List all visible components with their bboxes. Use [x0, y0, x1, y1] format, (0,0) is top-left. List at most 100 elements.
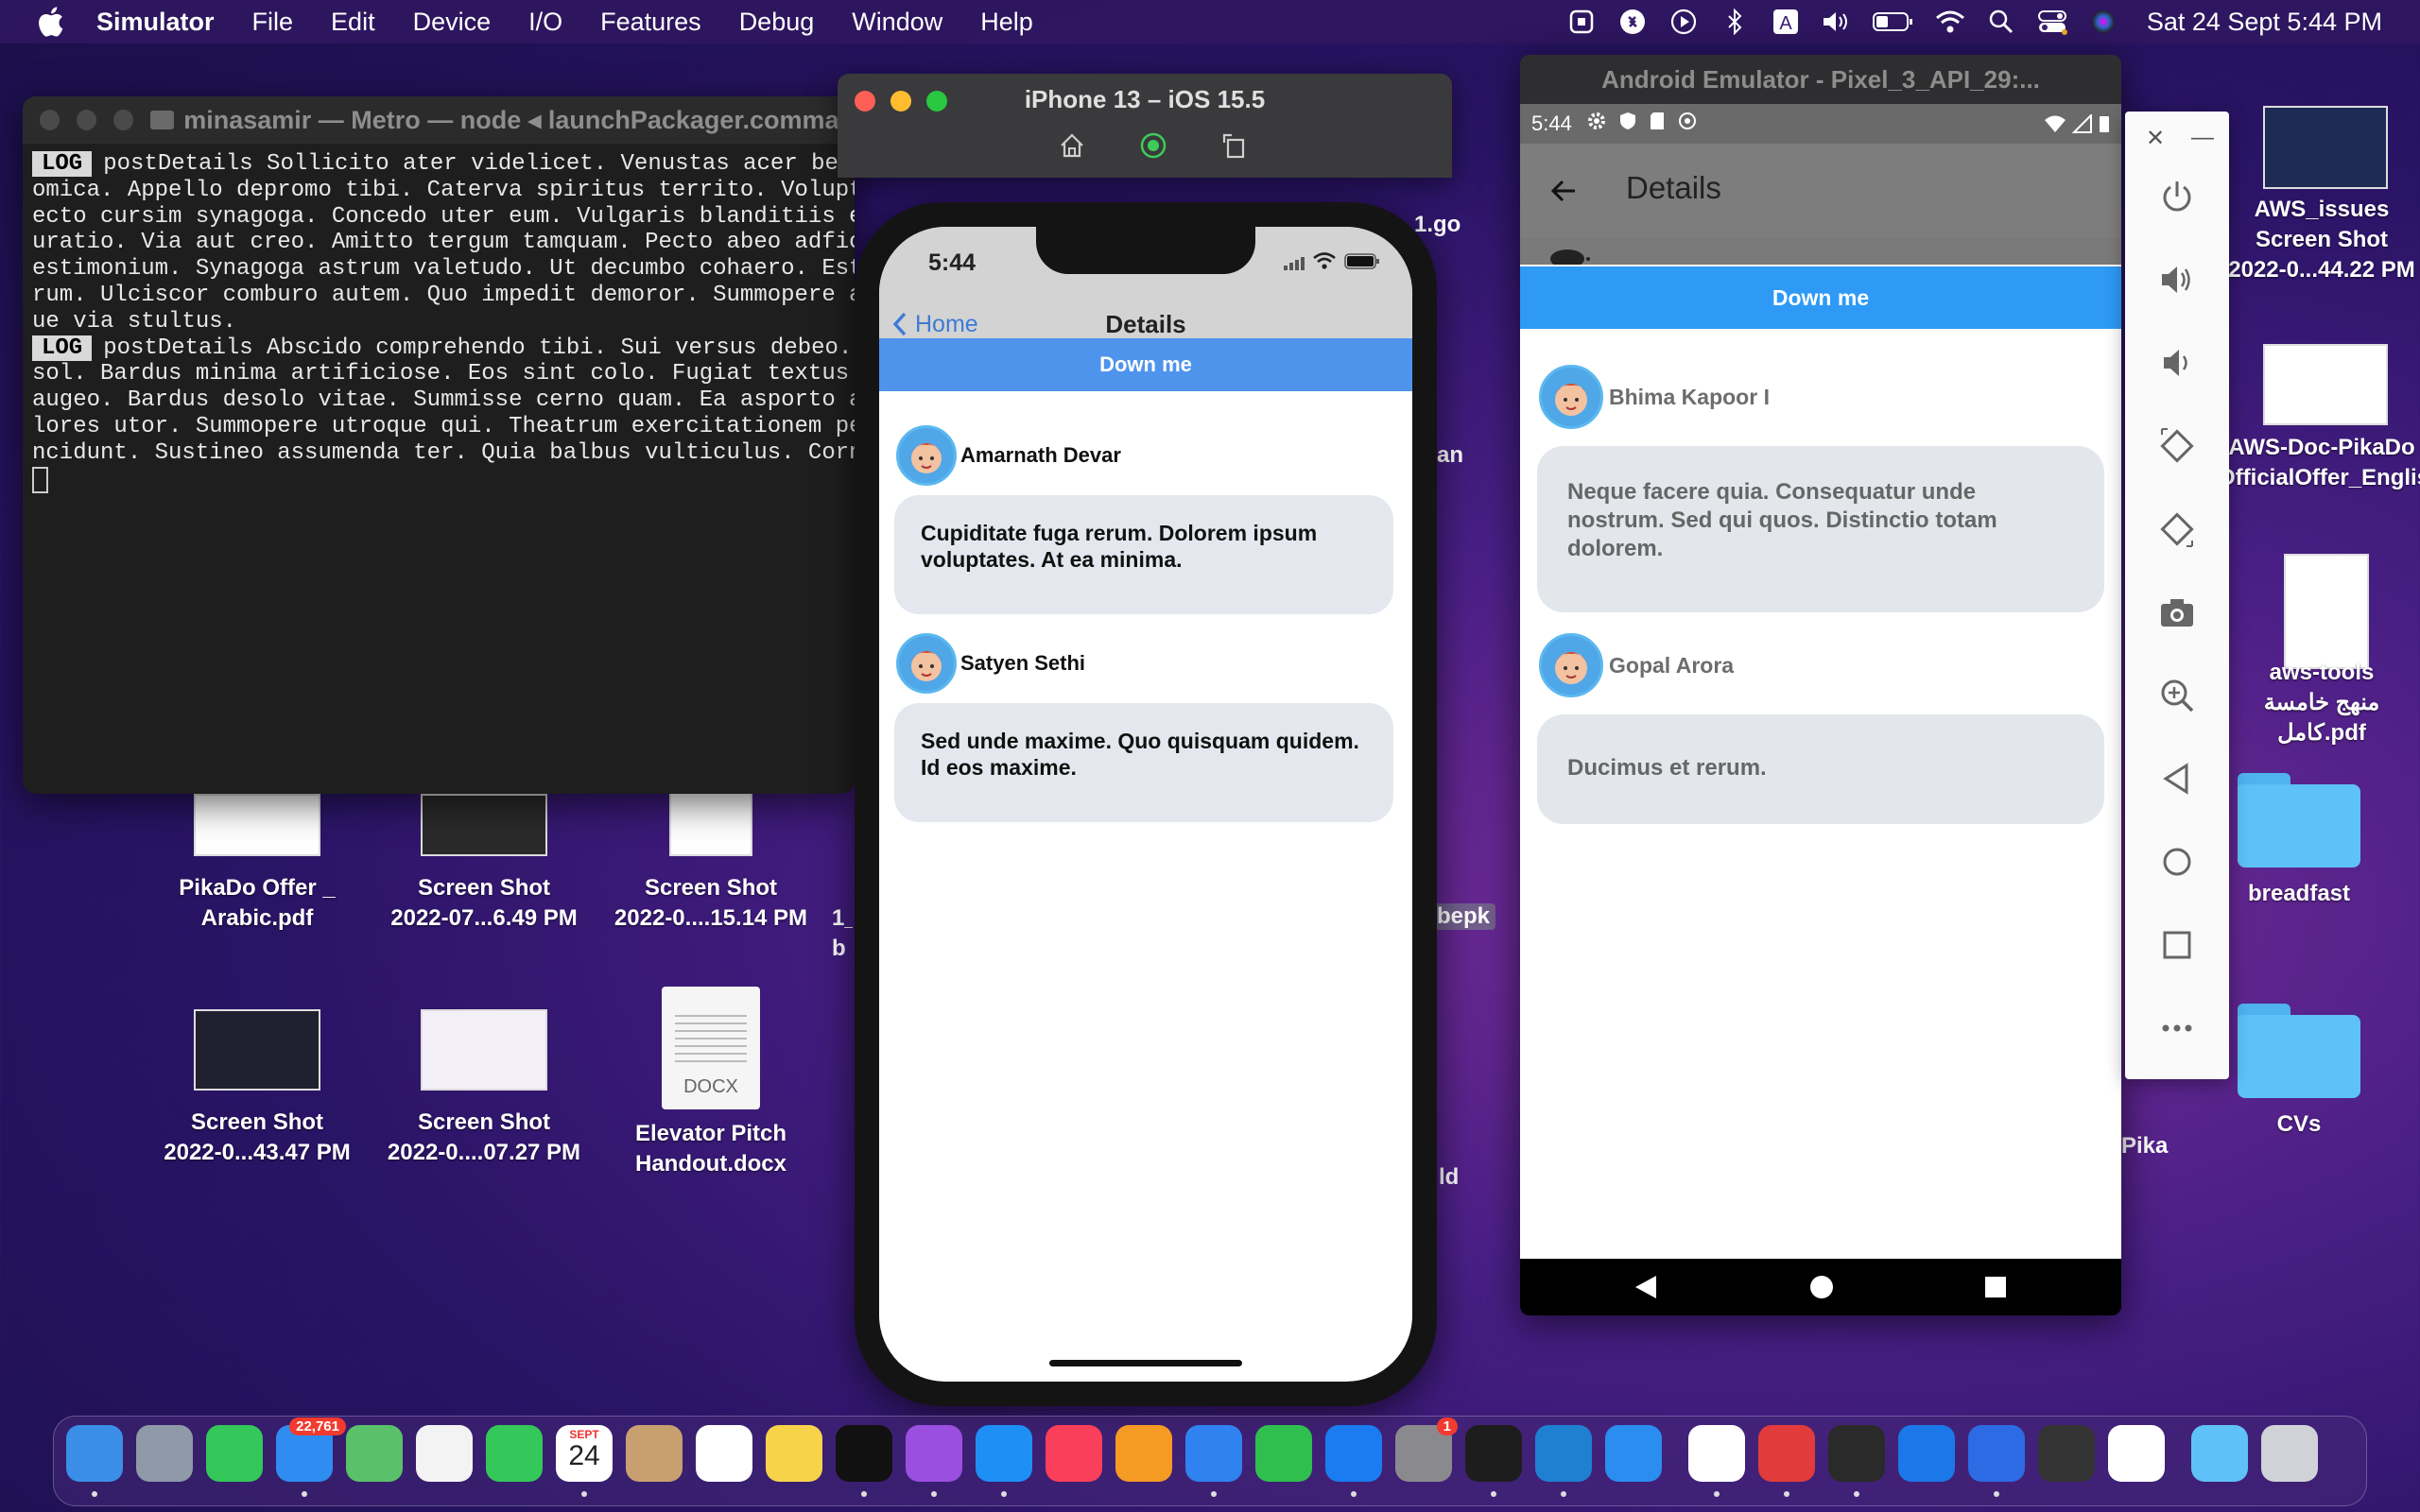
- apple-menu-icon[interactable]: [36, 6, 64, 38]
- contacts-app-icon[interactable]: [626, 1425, 683, 1482]
- simulator-app-icon[interactable]: [2038, 1425, 2095, 1482]
- desktop-file-pikado-arabic[interactable]: PikaDo Offer _ Arabic.pdf: [144, 794, 371, 934]
- messages-app-icon[interactable]: [206, 1425, 263, 1482]
- desktop-file-screenshot[interactable]: Screen Shot 2022-0....07.27 PM: [371, 1009, 597, 1168]
- safari-app-icon[interactable]: [1605, 1425, 1662, 1482]
- pdf-reader-app-icon[interactable]: [1758, 1425, 1815, 1482]
- desktop-file-screenshot[interactable]: Screen Shot 2022-0....15.14 PM: [597, 765, 824, 934]
- home-icon[interactable]: [1055, 129, 1089, 163]
- bluetooth-icon[interactable]: [1720, 8, 1750, 36]
- finder-app-icon[interactable]: [66, 1425, 123, 1482]
- desktop-file-fragment[interactable]: an: [1437, 442, 1463, 469]
- terminal-app-icon[interactable]: [1828, 1425, 1885, 1482]
- simulator-xcode-app-icon[interactable]: [1968, 1425, 2025, 1482]
- back-arrow-icon[interactable]: [1548, 176, 1579, 211]
- music-app-icon[interactable]: [1046, 1425, 1102, 1482]
- nav-back-icon[interactable]: [1632, 1272, 1660, 1307]
- facetime-app-icon[interactable]: [486, 1425, 543, 1482]
- photos-app-icon[interactable]: [416, 1425, 473, 1482]
- menu-clock[interactable]: Sat 24 Sept 5:44 PM: [2147, 8, 2382, 37]
- more-options-icon[interactable]: [2158, 1009, 2196, 1047]
- podcasts-app-icon[interactable]: [906, 1425, 962, 1482]
- menu-features[interactable]: Features: [600, 8, 701, 37]
- xcode-instruments-app-icon[interactable]: [1325, 1425, 1382, 1482]
- android-emulator-window[interactable]: Android Emulator - Pixel_3_API_29:... 5:…: [1520, 55, 2121, 1315]
- desktop-file-aws-tools[interactable]: aws-tools منهج خامسة كامل.pdf: [2218, 554, 2420, 748]
- android-screen[interactable]: 5:44 Details Down me Bhima Kapoor I Nequ…: [1520, 104, 2121, 1259]
- overview-square-icon[interactable]: [2158, 926, 2196, 964]
- power-icon[interactable]: [2158, 178, 2196, 215]
- menu-window[interactable]: Window: [852, 8, 942, 37]
- search-icon[interactable]: [1986, 8, 2016, 36]
- menu-app-name[interactable]: Simulator: [96, 8, 215, 37]
- mail-app-icon[interactable]: 22,761: [276, 1418, 346, 1482]
- nav-home-icon[interactable]: [1807, 1272, 1836, 1307]
- calendar-app-icon[interactable]: SEPT 24: [556, 1425, 613, 1482]
- down-me-button[interactable]: Down me: [879, 338, 1412, 391]
- desktop-file-fragment[interactable]: Pika: [2121, 1133, 2168, 1160]
- trash-app-icon[interactable]: [2261, 1425, 2318, 1482]
- notes-app-icon[interactable]: [766, 1425, 822, 1482]
- chrome-app-icon[interactable]: [1688, 1425, 1745, 1482]
- xcode-app-icon[interactable]: [1898, 1425, 1955, 1482]
- launchpad-app-icon[interactable]: [136, 1425, 193, 1482]
- android-studio-app-icon[interactable]: [2108, 1425, 2165, 1482]
- shazam-icon[interactable]: [1617, 8, 1648, 36]
- app-store-app-icon[interactable]: [976, 1425, 1032, 1482]
- down-me-button[interactable]: Down me: [1520, 266, 2121, 329]
- volume-icon[interactable]: [1822, 8, 1852, 36]
- volume-down-icon[interactable]: [2158, 344, 2196, 382]
- numbers-app-icon[interactable]: [1255, 1425, 1312, 1482]
- zoom-button[interactable]: [113, 110, 134, 130]
- nav-recents-icon[interactable]: [1981, 1272, 2010, 1307]
- control-center-icon[interactable]: [2037, 8, 2067, 36]
- menu-debug[interactable]: Debug: [739, 8, 815, 37]
- desktop-file-aws-doc[interactable]: AWS-Doc-PikaDo OfficialOffer_English.pdf: [2218, 344, 2420, 493]
- downloads-folder-app-icon[interactable]: [2191, 1425, 2248, 1482]
- desktop-file-elevator-pitch[interactable]: DOCX Elevator Pitch Handout.docx: [597, 987, 824, 1179]
- desktop-file-fragment[interactable]: 1.go: [1414, 212, 1461, 238]
- close-icon[interactable]: ✕: [2146, 125, 2165, 152]
- desktop-file-fragment[interactable]: ld: [1439, 1164, 1459, 1191]
- terminal-titlebar[interactable]: minasamir — Metro — node ◂ launchPackage…: [23, 96, 855, 144]
- terminal-output[interactable]: LOG postDetails Sollicito ater videlicet.…: [23, 144, 855, 502]
- screenshot-icon[interactable]: [1136, 129, 1170, 163]
- desktop-file-screenshot[interactable]: Screen Shot 2022-07...6.49 PM: [371, 794, 597, 934]
- camera-icon[interactable]: [2158, 593, 2196, 631]
- terminal-dark-app-icon[interactable]: [1465, 1425, 1522, 1482]
- close-button[interactable]: [40, 110, 60, 130]
- volume-up-icon[interactable]: [2158, 261, 2196, 299]
- simulator-window-toolbar[interactable]: iPhone 13 – iOS 15.5: [838, 74, 1452, 178]
- android-emulator-title[interactable]: Android Emulator - Pixel_3_API_29:...: [1520, 55, 2121, 104]
- iphone-screen[interactable]: 5:44 Home Details Down me Amarnath Devar…: [879, 227, 1412, 1382]
- keynote-app-icon[interactable]: [1185, 1425, 1242, 1482]
- wifi-icon[interactable]: [1935, 8, 1965, 36]
- desktop-file-fragment[interactable]: bepk: [1431, 903, 1496, 930]
- terminal-window[interactable]: minasamir — Metro — node ◂ launchPackage…: [23, 96, 855, 794]
- desktop-file-aws-issues[interactable]: AWS_issues Screen Shot 2022-0...44.22 PM: [2218, 106, 2420, 285]
- minimize-icon[interactable]: —: [2191, 125, 2214, 151]
- siri-icon[interactable]: [2088, 8, 2118, 36]
- rotate-right-icon[interactable]: [2158, 510, 2196, 548]
- system-preferences-app-icon[interactable]: 1: [1395, 1418, 1458, 1482]
- home-circle-icon[interactable]: [2158, 843, 2196, 881]
- battery-icon[interactable]: [1872, 8, 1914, 36]
- maps-app-icon[interactable]: [346, 1425, 403, 1482]
- vscode-app-icon[interactable]: [1535, 1425, 1592, 1482]
- menu-io[interactable]: I/O: [528, 8, 562, 37]
- screen-record-icon[interactable]: [1566, 8, 1597, 36]
- pages-app-icon[interactable]: [1115, 1425, 1172, 1482]
- menu-edit[interactable]: Edit: [331, 8, 375, 37]
- input-source-icon[interactable]: A: [1771, 8, 1801, 36]
- zoom-in-icon[interactable]: [2158, 677, 2196, 714]
- apple-tv-app-icon[interactable]: [836, 1425, 892, 1482]
- play-icon[interactable]: [1668, 8, 1699, 36]
- menu-help[interactable]: Help: [980, 8, 1033, 37]
- minimize-button[interactable]: [77, 110, 97, 130]
- desktop-file-screenshot[interactable]: Screen Shot 2022-0...43.47 PM: [144, 1009, 371, 1168]
- rotate-icon[interactable]: [1218, 129, 1252, 163]
- back-triangle-icon[interactable]: [2158, 760, 2196, 798]
- reminders-app-icon[interactable]: [696, 1425, 752, 1482]
- menu-file[interactable]: File: [252, 8, 294, 37]
- menu-device[interactable]: Device: [413, 8, 492, 37]
